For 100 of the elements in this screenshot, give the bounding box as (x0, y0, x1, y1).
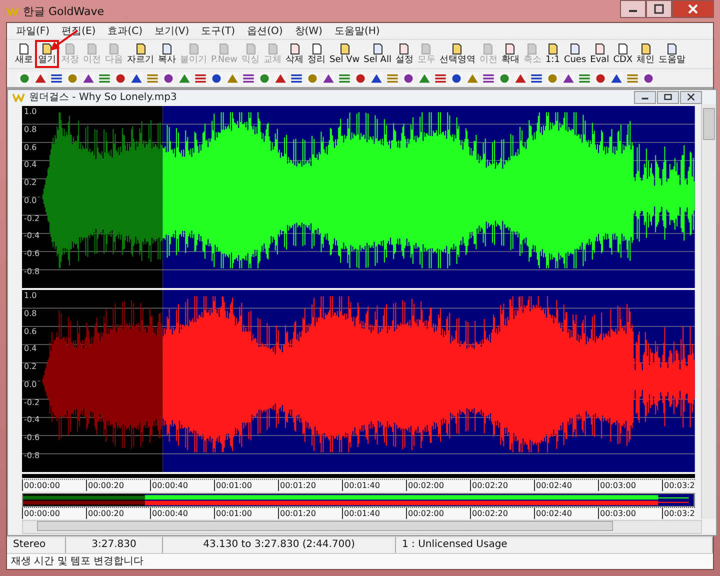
toolbar-button[interactable]: CDX (611, 40, 635, 68)
time-label: 00:01:00 (214, 508, 278, 519)
amplitude-label: 0.4 (24, 345, 38, 354)
amplitude-label: 0.0 (24, 380, 38, 389)
amplitude-label: 1.0 (24, 108, 38, 116)
minimize-button[interactable] (634, 90, 656, 104)
toolbar-button[interactable]: 1:1 (543, 40, 562, 68)
toolbar-button[interactable]: Cues (562, 40, 588, 68)
close-icon (686, 93, 695, 101)
page-icon (482, 43, 494, 55)
time-label: 00:00:40 (150, 508, 214, 519)
restore-icon (664, 93, 672, 101)
amplitude-label: -0.4 (24, 232, 41, 240)
toolbar-button[interactable]: 정리 (306, 40, 328, 68)
menu-item[interactable]: 창(W) (290, 24, 328, 38)
page-icon (266, 43, 279, 55)
close-button[interactable] (672, 0, 714, 18)
amplitude-label: 0.2 (24, 363, 38, 372)
amplitude-label: -0.2 (24, 214, 41, 223)
menu-item[interactable]: 옵션(O) (242, 24, 288, 38)
time-label: 00:03:2 (662, 508, 695, 519)
time-label: 00:00:00 (22, 480, 86, 491)
menu-item[interactable]: 보기(V) (149, 24, 194, 38)
toolbar-button[interactable]: 선택영역 (437, 40, 478, 68)
time-label: 00:03:2 (662, 480, 695, 491)
time-label: 00:00:20 (86, 480, 150, 491)
maximize-icon (654, 4, 664, 14)
amplitude-label: 1.0 (24, 292, 38, 300)
page-icon (569, 43, 582, 55)
time-label: 00:02:40 (534, 480, 598, 491)
toolbar-button[interactable]: 복사 (156, 40, 178, 68)
page-icon (218, 43, 230, 55)
time-label: 00:01:20 (278, 480, 342, 491)
amplitude-label: 0.6 (24, 328, 38, 336)
close-icon (688, 4, 698, 14)
amplitude-label: 0.0 (24, 196, 38, 205)
amplitude-label: -0.6 (24, 434, 41, 442)
restore-button[interactable] (656, 90, 679, 104)
page-icon (86, 43, 98, 55)
time-label: 00:01:40 (342, 508, 406, 519)
time-label: 00:01:20 (278, 508, 342, 519)
page-icon (188, 43, 200, 55)
page-icon (640, 43, 652, 55)
overview-waveform-drawing[interactable] (22, 492, 695, 507)
page-icon (526, 43, 538, 55)
time-label: 00:00:40 (150, 480, 214, 491)
hint-text: 재생 시간 및 템포 변경합니다 (7, 553, 713, 569)
time-label: 00:01:00 (214, 480, 278, 491)
toolbar-button[interactable]: Sel Vw (328, 40, 362, 68)
page-icon (64, 43, 76, 55)
time-label: 00:01:40 (342, 480, 406, 491)
toolbar-button[interactable]: 확대 (499, 40, 522, 68)
page-icon (451, 43, 464, 55)
page-icon (288, 43, 301, 55)
toolbar-button[interactable]: 자르기 (125, 40, 156, 68)
page-icon (398, 43, 410, 55)
time-label: 00:02:00 (406, 480, 470, 491)
page-icon (420, 43, 432, 55)
window-title: 한글 GoldWave (23, 4, 104, 18)
app-logo-icon (6, 6, 19, 16)
amplitude-label: 0.8 (24, 126, 38, 134)
amplitude-label: 0.4 (24, 161, 38, 170)
amplitude-label: -0.4 (24, 416, 41, 424)
page-icon (666, 43, 678, 55)
toolbar-button[interactable]: Sel All (362, 40, 394, 68)
amplitude-label: 0.6 (24, 144, 38, 152)
page-icon (504, 43, 516, 55)
page-icon (18, 43, 30, 55)
page-icon (161, 43, 173, 55)
maximize-button[interactable] (646, 0, 672, 18)
vertical-scrollbar[interactable] (700, 104, 716, 519)
menu-item[interactable]: 도구(T) (196, 24, 240, 38)
toolbar-button[interactable]: 삭제 (284, 40, 306, 68)
document-title: 원더걸스 - Why So Lonely.mp3 (29, 91, 177, 104)
amplitude-label: -0.2 (24, 398, 41, 407)
menu-item[interactable]: 효과(C) (102, 24, 148, 38)
document-logo-icon (12, 92, 25, 102)
page-icon (108, 43, 120, 55)
minimize-button[interactable] (620, 0, 646, 18)
page-icon (616, 43, 629, 55)
menu-item[interactable]: 파일(F) (11, 24, 55, 38)
page-icon (41, 43, 53, 55)
toolbar-button[interactable]: 열기 (35, 40, 59, 68)
time-label: 00:02:00 (406, 508, 470, 519)
toolbar-button[interactable]: 체인 (634, 40, 657, 68)
time-label: 00:00:20 (86, 508, 150, 519)
toolbar-button[interactable]: 새로 (13, 40, 35, 68)
horizontal-scrollbar[interactable] (22, 520, 702, 534)
amplitude-label: -0.6 (24, 250, 41, 258)
toolbar-button[interactable]: 설정 (393, 40, 416, 68)
menu-item[interactable]: 도움말(H) (329, 24, 385, 38)
time-label: 00:03:00 (598, 508, 662, 519)
page-icon (372, 43, 384, 55)
page-icon (134, 43, 146, 55)
toolbar-button[interactable]: Eval (588, 40, 612, 68)
toolbar-button[interactable]: 도움말 (656, 40, 688, 68)
time-label: 00:03:00 (598, 480, 662, 491)
close-button[interactable] (680, 90, 702, 104)
time-label: 00:02:40 (534, 508, 598, 519)
page-icon (244, 43, 257, 55)
